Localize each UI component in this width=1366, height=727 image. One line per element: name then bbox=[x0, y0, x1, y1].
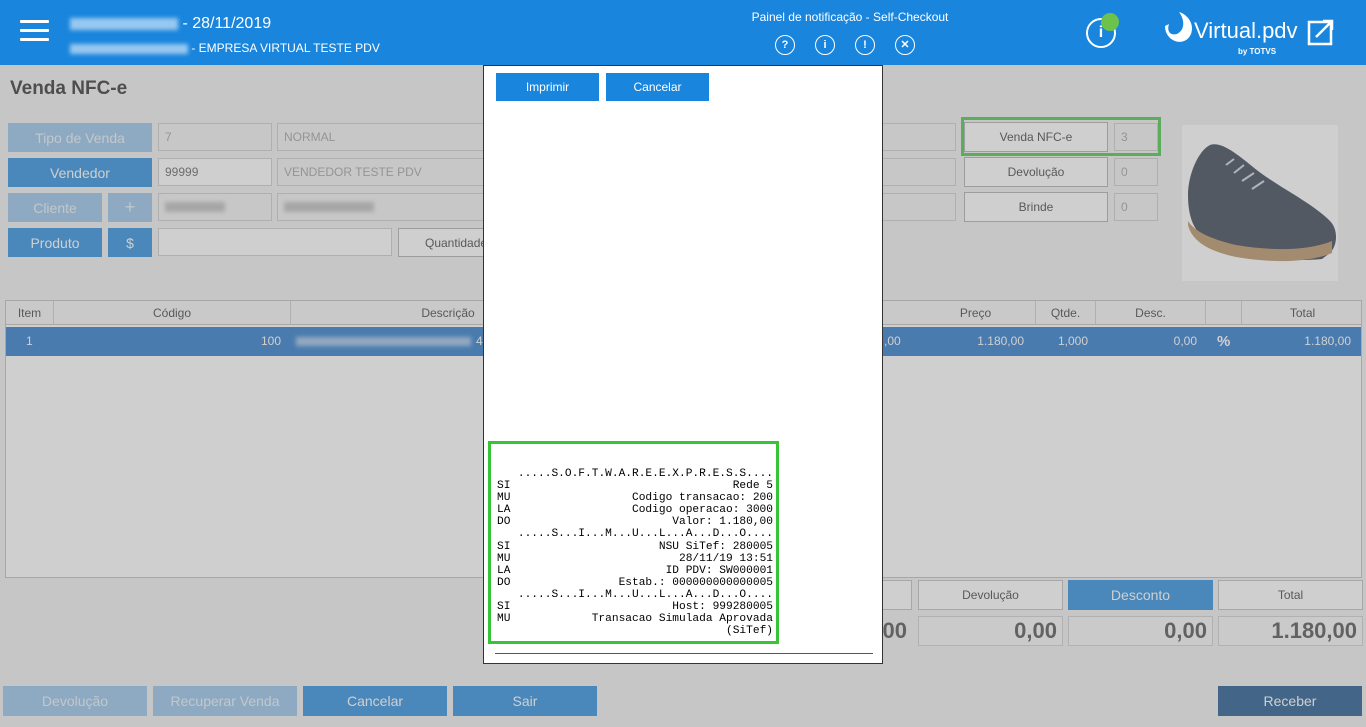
receipt-line: SI Rede 5 bbox=[497, 480, 773, 492]
top-bar: - 28/11/2019 - EMPRESA VIRTUAL TESTE PDV… bbox=[0, 0, 1366, 65]
brand-name: Virtual.pdv bbox=[1194, 18, 1298, 43]
receipt-line-prefix: SI bbox=[497, 601, 511, 614]
receipt-line-text: Estab.: 000000000000005 bbox=[618, 576, 773, 589]
receipt-line-text: Codigo transacao: 200 bbox=[632, 492, 773, 505]
receipt-line: LA ID PDV: SW000001 bbox=[497, 565, 773, 577]
close-icon[interactable]: ✕ bbox=[895, 35, 915, 55]
info-icon[interactable]: i bbox=[815, 35, 835, 55]
receipt-line: .....S.O.F.T.W.A.R.E.E.X.P.R.E.S.S.... bbox=[497, 468, 773, 480]
receipt-line: (SiTef) bbox=[497, 625, 773, 637]
question-icon[interactable]: ? bbox=[775, 35, 795, 55]
receipt-line-text: Transacao Simulada Aprovada bbox=[591, 613, 773, 626]
receipt-line-prefix: DO bbox=[497, 576, 511, 589]
receipt-line-text: (SiTef) bbox=[726, 625, 773, 638]
imprimir-button[interactable]: Imprimir bbox=[496, 73, 599, 101]
receipt-line: SI NSU SiTef: 280005 bbox=[497, 541, 773, 553]
receipt-line-prefix: MU bbox=[497, 492, 511, 505]
online-status-dot bbox=[1101, 13, 1119, 31]
receipt-line-text: 28/11/19 13:51 bbox=[679, 552, 773, 565]
notification-icons: ? i ! ✕ bbox=[775, 35, 915, 55]
receipt-line: MU Transacao Simulada Aprovada bbox=[497, 613, 773, 625]
cnpj-redacted bbox=[70, 43, 188, 54]
receipt-line-prefix: MU bbox=[497, 552, 511, 565]
receipt-line-prefix: DO bbox=[497, 516, 511, 529]
receipt-line: DO Valor: 1.180,00 bbox=[497, 516, 773, 528]
receipt-line-text: Valor: 1.180,00 bbox=[672, 516, 773, 529]
exit-icon[interactable] bbox=[1306, 17, 1336, 47]
receipt-line: SI Host: 999280005 bbox=[497, 601, 773, 613]
receipt-line: MU Codigo transacao: 200 bbox=[497, 492, 773, 504]
store-name-redacted bbox=[70, 17, 178, 30]
receipt-line-prefix: LA bbox=[497, 504, 511, 517]
receipt-line: .....S...I...M...U...L...A...D...O.... bbox=[497, 589, 773, 601]
receipt-line-text: Codigo operacao: 3000 bbox=[632, 504, 773, 517]
company-info: - EMPRESA VIRTUAL TESTE PDV bbox=[70, 41, 380, 55]
receipt-line-text: Host: 999280005 bbox=[672, 601, 773, 614]
receipt-line-text: NSU SiTef: 280005 bbox=[658, 540, 773, 553]
modal-divider bbox=[495, 653, 873, 654]
cancelar-modal-button[interactable]: Cancelar bbox=[606, 73, 709, 101]
receipt-line: .....S...I...M...U...L...A...D...O.... bbox=[497, 528, 773, 540]
menu-icon[interactable] bbox=[20, 20, 49, 44]
receipt-line-prefix: MU bbox=[497, 613, 511, 626]
receipt-line: DO Estab.: 000000000000005 bbox=[497, 577, 773, 589]
receipt-line-text: Rede 5 bbox=[732, 480, 773, 493]
receipt-line-prefix: SI bbox=[497, 540, 511, 553]
receipt-line-text: .....S.O.F.T.W.A.R.E.E.X.P.R.E.S.S.... bbox=[517, 468, 773, 480]
receipt-line-text: ID PDV: SW000001 bbox=[665, 564, 773, 577]
alert-icon[interactable]: ! bbox=[855, 35, 875, 55]
store-info: - 28/11/2019 bbox=[70, 15, 271, 33]
receipt-line-prefix: LA bbox=[497, 564, 511, 577]
receipt-line-prefix: SI bbox=[497, 480, 511, 493]
company-name: - EMPRESA VIRTUAL TESTE PDV bbox=[191, 41, 380, 55]
receipt-line: MU 28/11/19 13:51 bbox=[497, 553, 773, 565]
receipt-highlight: .....S.O.F.T.W.A.R.E.E.X.P.R.E.S.S.... SI… bbox=[488, 441, 779, 644]
receipt-line-text: .....S...I...M...U...L...A...D...O.... bbox=[517, 588, 773, 601]
brand-sub: by TOTVS bbox=[1238, 47, 1277, 56]
store-date: - 28/11/2019 bbox=[182, 15, 272, 32]
notification-title: Painel de notificação - Self-Checkout bbox=[751, 10, 949, 24]
receipt-modal: Imprimir Cancelar .....S.O.F.T.W.A.R.E.E… bbox=[483, 65, 883, 664]
receipt-line-text: .....S...I...M...U...L...A...D...O.... bbox=[517, 528, 773, 541]
receipt-line: LA Codigo operacao: 3000 bbox=[497, 504, 773, 516]
receipt-text: .....S.O.F.T.W.A.R.E.E.X.P.R.E.S.S.... SI… bbox=[497, 468, 773, 637]
